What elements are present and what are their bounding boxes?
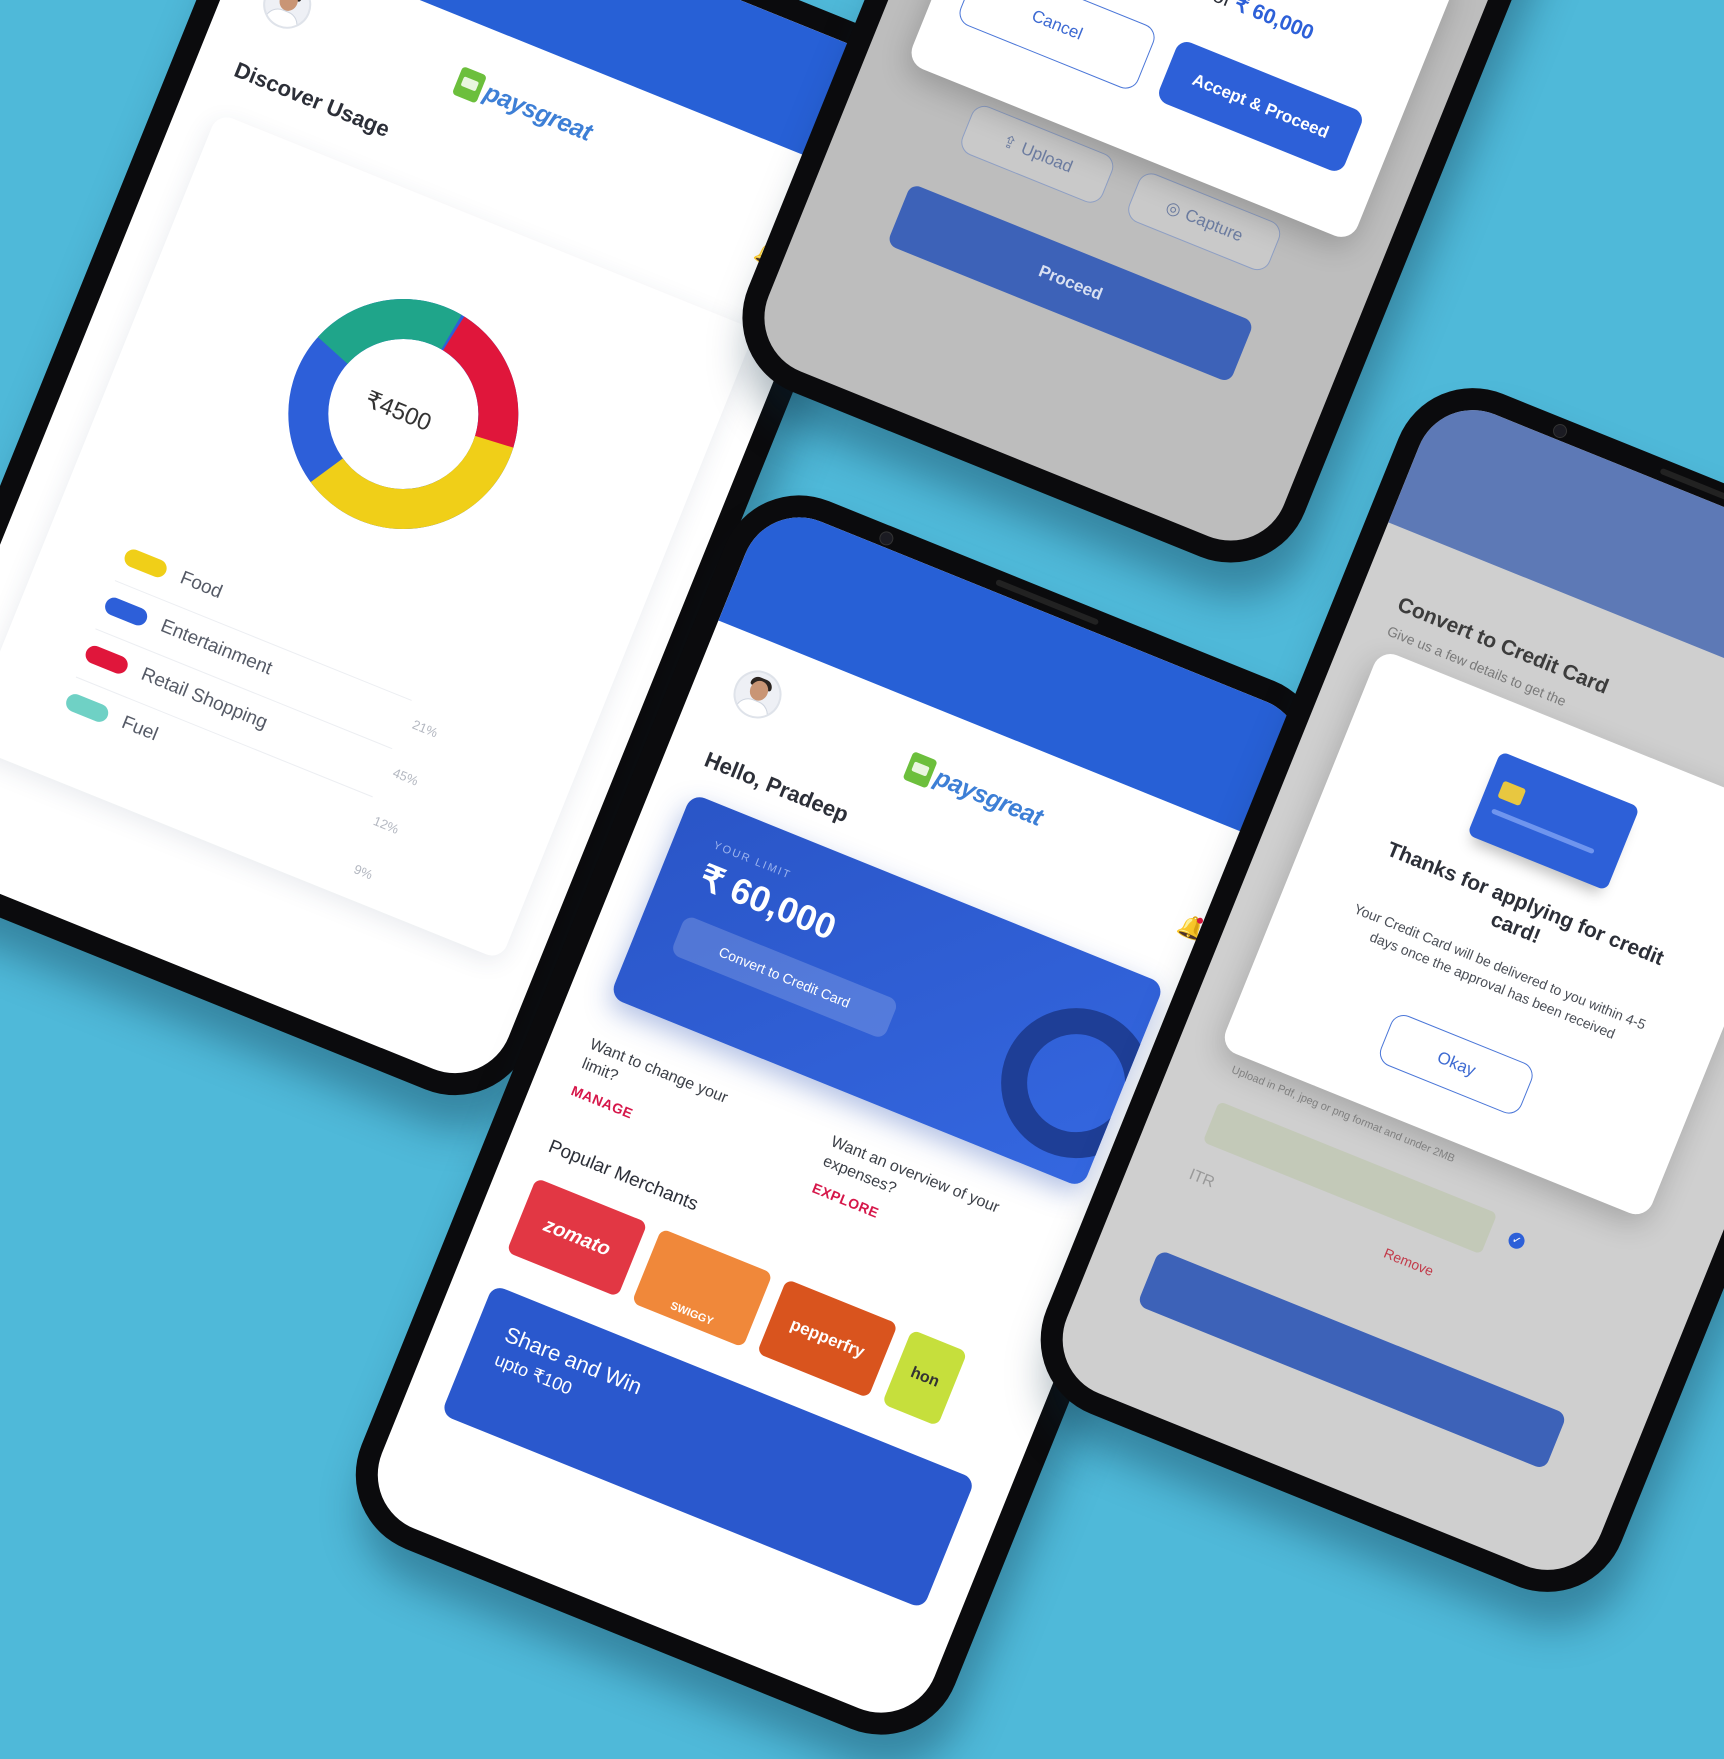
remove-link[interactable]: Remove <box>1382 1245 1436 1279</box>
app-logo: paysgreat <box>451 66 596 148</box>
merchant-pepperfry[interactable]: pepperfry <box>756 1278 898 1399</box>
legend-swatch-retail <box>82 643 131 677</box>
selected-check-icon: ✓ <box>1506 1230 1527 1252</box>
merchant-zomato[interactable]: zomato <box>506 1177 648 1297</box>
upload-icon: ⇪ <box>999 131 1020 155</box>
legend-swatch-fuel <box>63 691 111 725</box>
convert-credit-card-button[interactable]: Convert to Credit Card <box>670 914 900 1040</box>
merchant-hon[interactable]: hon <box>881 1329 968 1427</box>
limit-card: YOUR LIMIT ₹ 60,000 Convert to Credit Ca… <box>609 793 1165 1189</box>
itr-label: ITR <box>1186 1166 1217 1192</box>
avatar[interactable] <box>726 663 789 726</box>
legend-swatch-entertainment <box>102 594 150 629</box>
cancel-button[interactable]: Cancel <box>955 0 1159 93</box>
legend-swatch-food <box>121 546 170 580</box>
change-limit-text: Want to change your limit? <box>579 1035 731 1107</box>
okay-button[interactable]: Okay <box>1375 1010 1537 1118</box>
merchant-swiggy[interactable]: SWIGGY <box>631 1228 773 1348</box>
credit-card-illustration-icon <box>1467 751 1640 891</box>
usage-legend: Food Entertainment 21% Retail Shopping 4… <box>41 541 520 921</box>
avatar[interactable] <box>255 0 319 36</box>
camera-icon: ◎ <box>1163 197 1184 221</box>
app-logo: paysgreat <box>902 751 1047 833</box>
